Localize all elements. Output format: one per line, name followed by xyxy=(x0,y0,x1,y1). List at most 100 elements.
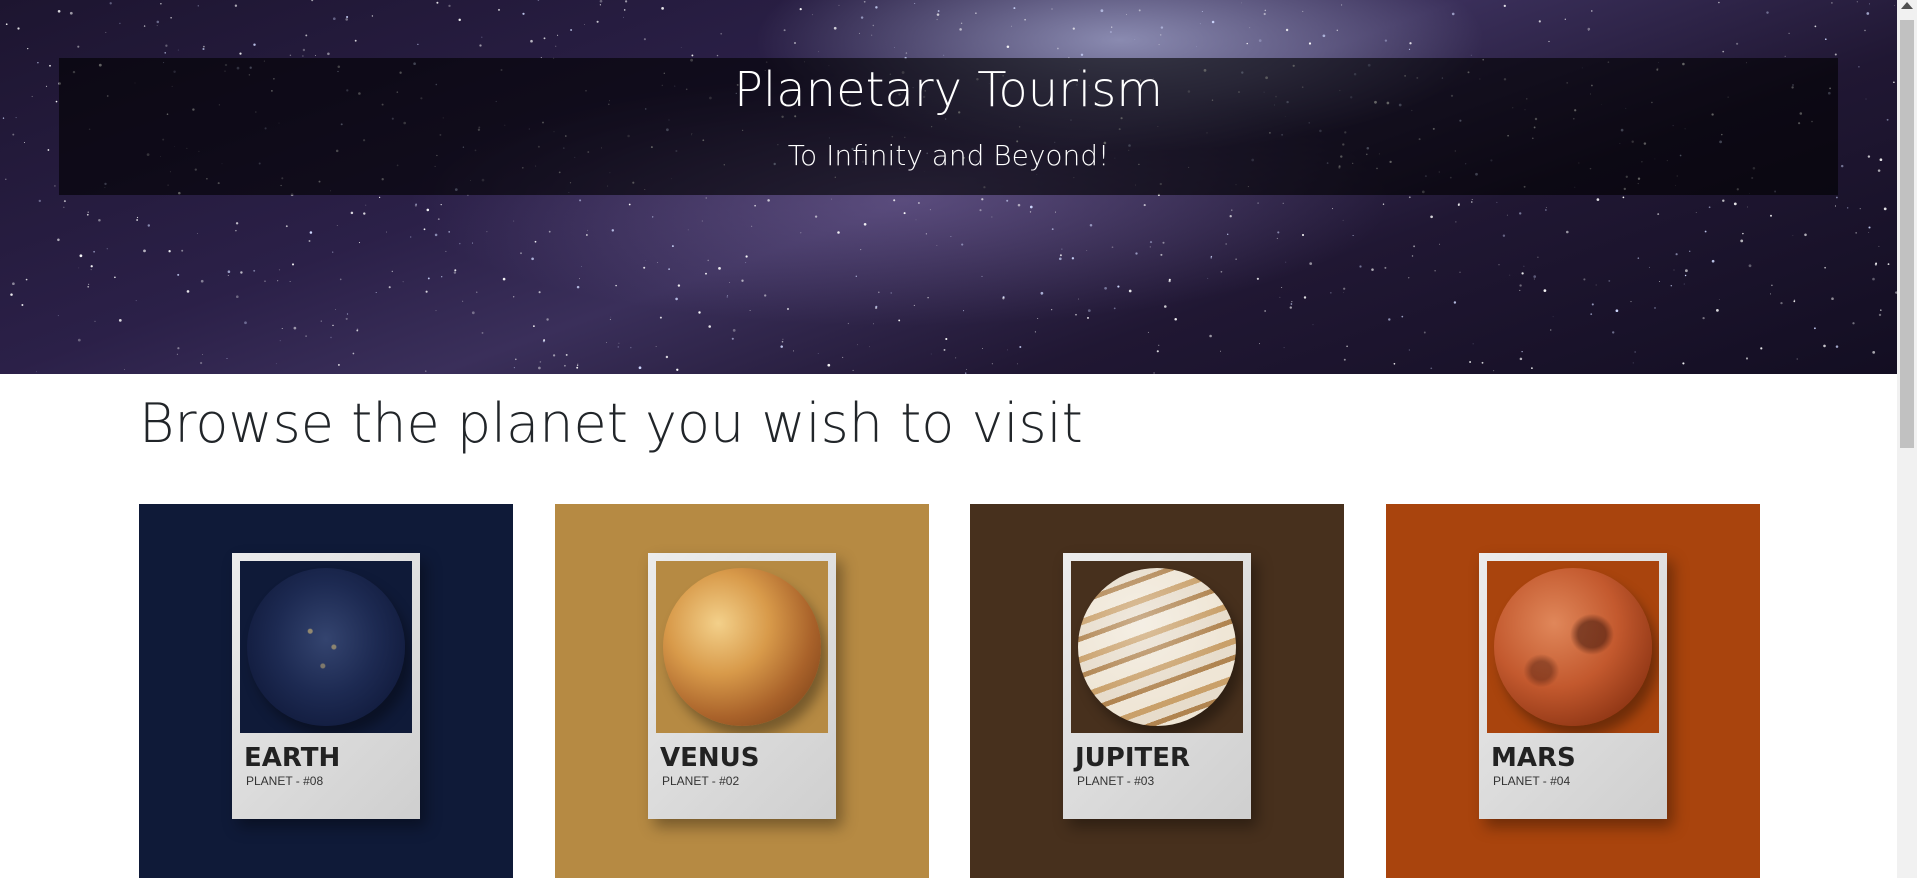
star xyxy=(311,0,314,2)
star xyxy=(1608,279,1611,282)
star xyxy=(936,13,940,16)
planet-card-mars[interactable]: MARS PLANET - #04 xyxy=(1386,504,1760,878)
planet-image-frame xyxy=(240,561,412,733)
star xyxy=(1309,262,1313,265)
star xyxy=(1013,7,1016,10)
star xyxy=(1149,246,1151,248)
star xyxy=(1019,346,1022,348)
planet-card-jupiter[interactable]: JUPITER PLANET - #03 xyxy=(970,504,1344,878)
star xyxy=(1408,196,1411,199)
star xyxy=(1722,199,1725,202)
star xyxy=(35,371,37,373)
star xyxy=(1796,358,1798,360)
star xyxy=(1523,265,1525,267)
star xyxy=(98,218,101,222)
star xyxy=(965,372,967,374)
star xyxy=(538,291,541,294)
star xyxy=(1434,270,1436,272)
star xyxy=(729,282,731,283)
star xyxy=(1831,297,1834,301)
star xyxy=(1149,241,1153,244)
mars-planet-image xyxy=(1494,568,1652,726)
star xyxy=(1740,239,1744,243)
star xyxy=(1503,4,1506,8)
star xyxy=(1312,324,1314,326)
star xyxy=(1875,262,1878,265)
star xyxy=(1521,272,1524,275)
star xyxy=(1277,231,1280,234)
star xyxy=(1760,347,1763,350)
star xyxy=(857,344,858,346)
star xyxy=(718,267,721,270)
planet-card-venus[interactable]: VENUS PLANET - #02 xyxy=(555,504,929,878)
star xyxy=(1708,206,1711,209)
star xyxy=(531,257,534,261)
star xyxy=(1502,234,1506,237)
star xyxy=(959,28,962,31)
star xyxy=(1722,50,1725,53)
scrollbar-thumb[interactable] xyxy=(1900,20,1914,448)
star xyxy=(534,240,537,243)
star xyxy=(950,236,952,238)
star xyxy=(1257,202,1259,204)
star xyxy=(1430,367,1433,370)
chevron-up-icon[interactable] xyxy=(1901,2,1913,9)
star xyxy=(402,281,404,283)
star xyxy=(652,216,654,218)
star xyxy=(1718,1,1720,4)
star xyxy=(25,278,28,281)
star xyxy=(1109,30,1112,34)
star xyxy=(425,370,427,372)
star xyxy=(579,199,582,202)
star xyxy=(991,363,994,365)
star xyxy=(434,233,438,237)
star xyxy=(1742,232,1744,235)
star xyxy=(1634,351,1636,353)
star xyxy=(552,354,556,357)
star xyxy=(741,279,744,282)
star xyxy=(555,45,557,47)
star xyxy=(54,185,56,187)
star xyxy=(415,203,417,206)
star xyxy=(543,37,546,40)
planet-code: PLANET - #02 xyxy=(662,774,740,788)
star xyxy=(1451,12,1455,16)
vertical-scrollbar[interactable] xyxy=(1897,0,1917,878)
star xyxy=(63,200,66,203)
star xyxy=(1430,215,1433,219)
star xyxy=(732,329,736,332)
star xyxy=(1408,277,1410,279)
star xyxy=(227,274,229,276)
star xyxy=(581,266,583,267)
star xyxy=(1051,8,1053,10)
star xyxy=(332,17,336,21)
star xyxy=(945,337,948,341)
star xyxy=(1143,204,1146,207)
star xyxy=(687,229,689,231)
page-subtitle: To Infinity and Beyond! xyxy=(787,139,1110,172)
star xyxy=(890,292,892,294)
star xyxy=(586,234,588,236)
star xyxy=(751,225,753,227)
star xyxy=(1100,9,1104,13)
star xyxy=(847,322,850,325)
star xyxy=(1029,211,1032,213)
planet-card-earth[interactable]: EARTH PLANET - #08 xyxy=(139,504,513,878)
star xyxy=(991,216,993,218)
star xyxy=(1041,294,1043,295)
star xyxy=(837,231,840,234)
star xyxy=(1766,11,1769,14)
star xyxy=(786,307,790,311)
star xyxy=(617,346,620,348)
star xyxy=(838,4,840,6)
star xyxy=(1113,307,1116,310)
star xyxy=(1543,289,1547,292)
star xyxy=(1207,277,1209,279)
star xyxy=(1746,206,1748,208)
star xyxy=(915,219,917,221)
star xyxy=(227,270,231,274)
star xyxy=(1279,296,1281,298)
star xyxy=(1087,316,1089,319)
star xyxy=(936,18,938,21)
star xyxy=(378,196,381,199)
